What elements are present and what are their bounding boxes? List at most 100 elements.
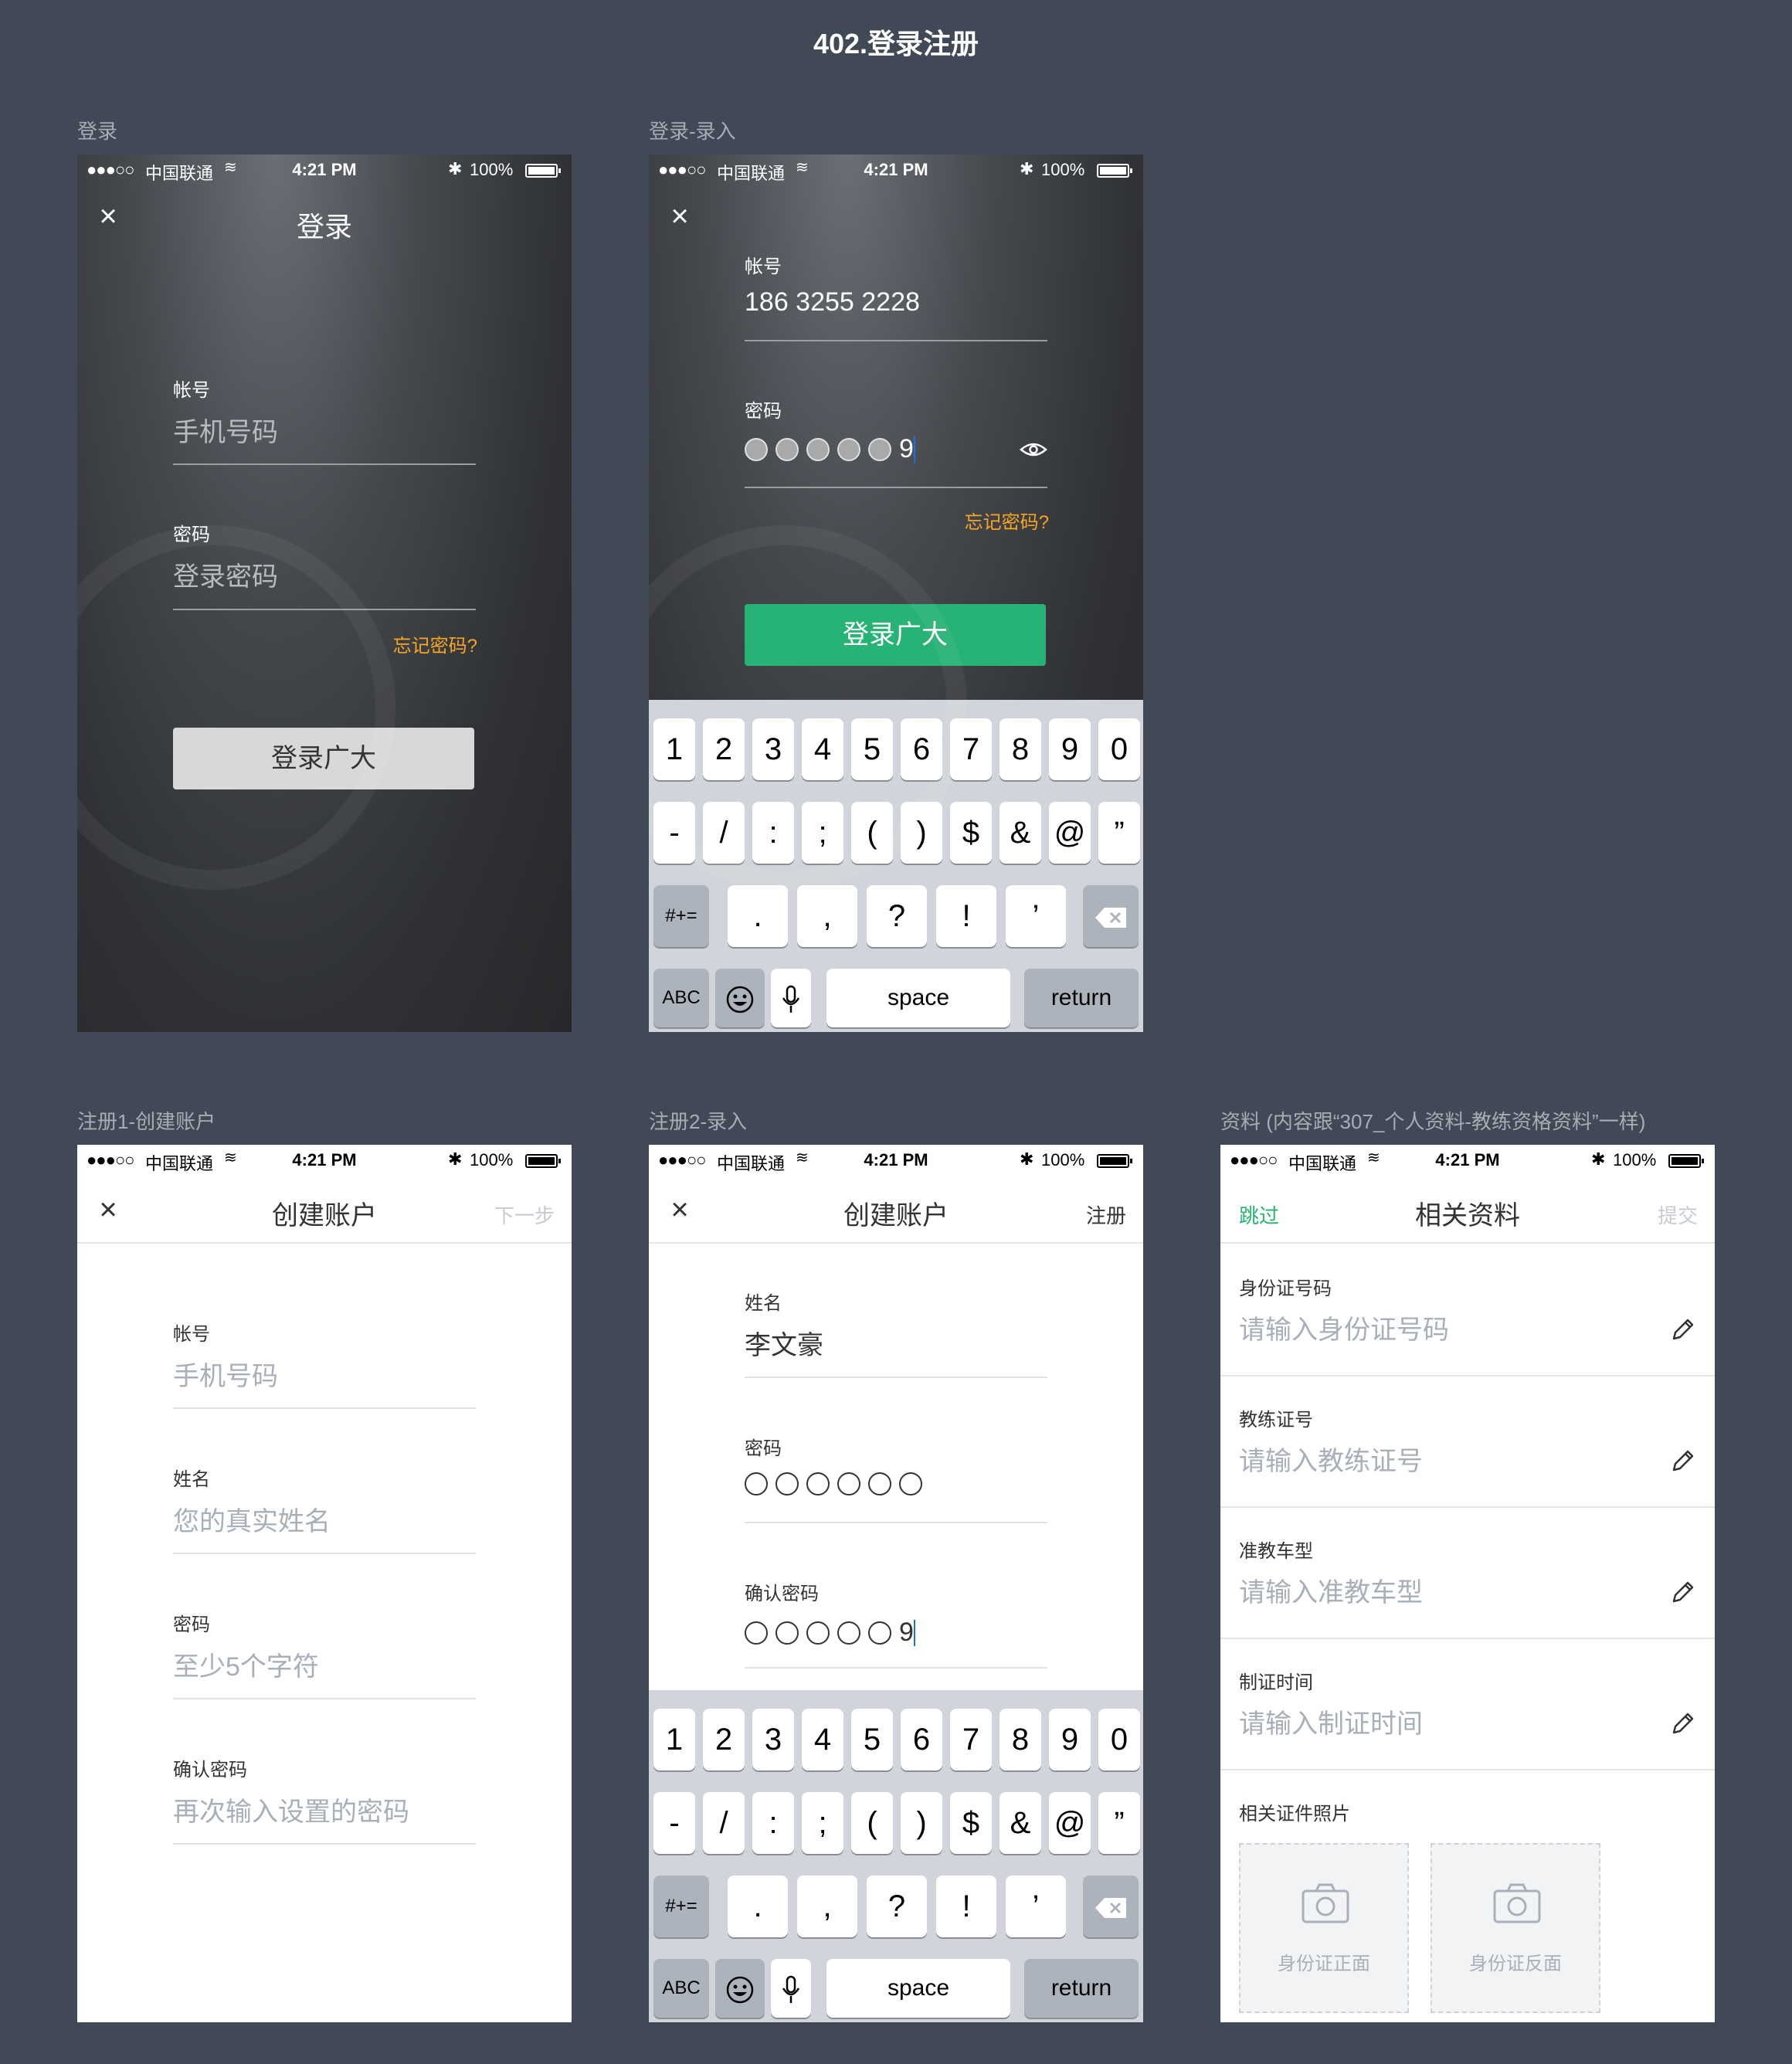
key[interactable]: 6 [901,718,942,780]
key[interactable]: : [752,1792,794,1854]
key[interactable]: . [728,885,788,947]
issue-date-input[interactable]: 请输入制证时间 [1239,1702,1423,1740]
key[interactable]: 1 [653,718,695,780]
key[interactable]: ” [1098,1792,1140,1854]
key[interactable]: 5 [851,718,893,780]
vehicle-type-input[interactable]: 请输入准教车型 [1239,1571,1423,1609]
return-key[interactable]: return [1024,1959,1139,2018]
vehicle-type-row[interactable]: 准教车型 请输入准教车型 [1220,1508,1715,1639]
backspace-icon[interactable] [1083,885,1139,947]
key[interactable]: / [703,802,745,864]
key[interactable]: . [728,1876,788,1937]
confirm-password-input[interactable]: 再次输入设置的密码 [173,1791,409,1828]
key[interactable]: 4 [802,718,843,780]
login-button[interactable]: 登录广大 [173,728,474,789]
submit-button[interactable]: 提交 [1658,1200,1698,1229]
account-input[interactable]: 手机号码 [173,1355,278,1393]
abc-key[interactable]: ABC [653,1959,709,2018]
pencil-icon[interactable] [1670,1579,1696,1605]
account-input[interactable]: 手机号码 [173,411,278,449]
pencil-icon[interactable] [1670,1316,1696,1343]
key[interactable]: 5 [851,1709,893,1770]
bluetooth-icon: ✱ [1020,159,1034,178]
key[interactable]: 7 [950,718,992,780]
name-input[interactable]: 您的真实姓名 [173,1500,331,1538]
key[interactable]: ! [936,885,996,947]
key[interactable]: ; [802,802,843,864]
key[interactable]: & [1000,1792,1041,1854]
key[interactable]: ( [851,1792,893,1854]
close-icon[interactable]: × [664,201,695,232]
issue-date-row[interactable]: 制证时间 请输入制证时间 [1220,1639,1715,1770]
key[interactable]: ’ [1006,885,1066,947]
key[interactable]: 0 [1098,718,1140,780]
key[interactable]: ? [867,1876,927,1937]
symbols-key[interactable]: #+= [653,1876,709,1937]
symbols-key[interactable]: #+= [653,885,709,947]
key[interactable]: @ [1049,1792,1091,1854]
key[interactable]: ” [1098,802,1140,864]
key[interactable]: - [653,802,695,864]
key[interactable]: @ [1049,802,1091,864]
emoji-icon[interactable] [715,969,765,1027]
key[interactable]: $ [950,1792,992,1854]
key[interactable]: & [1000,802,1041,864]
key[interactable]: 8 [1000,718,1041,780]
return-key[interactable]: return [1024,969,1139,1027]
key[interactable]: 3 [752,1709,794,1770]
key[interactable]: 7 [950,1709,992,1770]
login-button[interactable]: 登录广大 [745,604,1046,666]
key[interactable]: ( [851,802,893,864]
eye-icon[interactable] [1020,441,1047,458]
backspace-icon[interactable] [1083,1876,1139,1937]
account-input[interactable]: 186 3255 2228 [745,287,920,317]
key[interactable]: 0 [1098,1709,1140,1770]
password-input[interactable]: 9 [745,434,915,464]
pencil-icon[interactable] [1670,1710,1696,1736]
space-key[interactable]: space [826,1959,1010,2018]
confirm-password-input[interactable]: 9 [745,1618,915,1648]
space-key[interactable]: space [826,969,1010,1027]
key[interactable]: ? [867,885,927,947]
key[interactable]: / [703,1792,745,1854]
key[interactable]: 6 [901,1709,942,1770]
microphone-icon[interactable] [771,1959,811,2018]
key[interactable]: 1 [653,1709,695,1770]
key[interactable]: 8 [1000,1709,1041,1770]
forgot-password-link[interactable]: 忘记密码? [965,507,1049,534]
register-button[interactable]: 注册 [1086,1200,1126,1229]
id-front-upload[interactable]: 身份证正面 [1239,1843,1409,2013]
key[interactable]: ) [901,802,942,864]
key[interactable]: 2 [703,1709,745,1770]
id-number-row[interactable]: 身份证号码 请输入身份证号码 [1220,1245,1715,1377]
password-input[interactable] [745,1472,930,1495]
microphone-icon[interactable] [771,969,811,1027]
key[interactable]: $ [950,802,992,864]
emoji-icon[interactable] [715,1959,765,2018]
password-input[interactable]: 至少5个字符 [173,1645,319,1683]
key[interactable]: - [653,1792,695,1854]
coach-license-input[interactable]: 请输入教练证号 [1239,1440,1423,1478]
key[interactable]: , [797,1876,857,1937]
pencil-icon[interactable] [1670,1448,1696,1474]
key[interactable]: 9 [1049,1709,1091,1770]
password-input[interactable]: 登录密码 [173,555,278,593]
forgot-password-link[interactable]: 忘记密码? [393,630,477,657]
coach-license-row[interactable]: 教练证号 请输入教练证号 [1220,1377,1715,1508]
key[interactable]: ! [936,1876,996,1937]
key[interactable]: , [797,885,857,947]
name-input[interactable]: 李文豪 [745,1324,823,1362]
key[interactable]: ’ [1006,1876,1066,1937]
key[interactable]: 3 [752,718,794,780]
key[interactable]: ; [802,1792,843,1854]
key[interactable]: 2 [703,718,745,780]
key[interactable]: ) [901,1792,942,1854]
camera-icon [1493,1883,1541,1923]
key[interactable]: 9 [1049,718,1091,780]
key[interactable]: : [752,802,794,864]
id-number-input[interactable]: 请输入身份证号码 [1239,1309,1449,1346]
next-step-button[interactable]: 下一步 [494,1200,555,1229]
key[interactable]: 4 [802,1709,843,1770]
abc-key[interactable]: ABC [653,969,709,1027]
id-back-upload[interactable]: 身份证反面 [1431,1843,1600,2013]
